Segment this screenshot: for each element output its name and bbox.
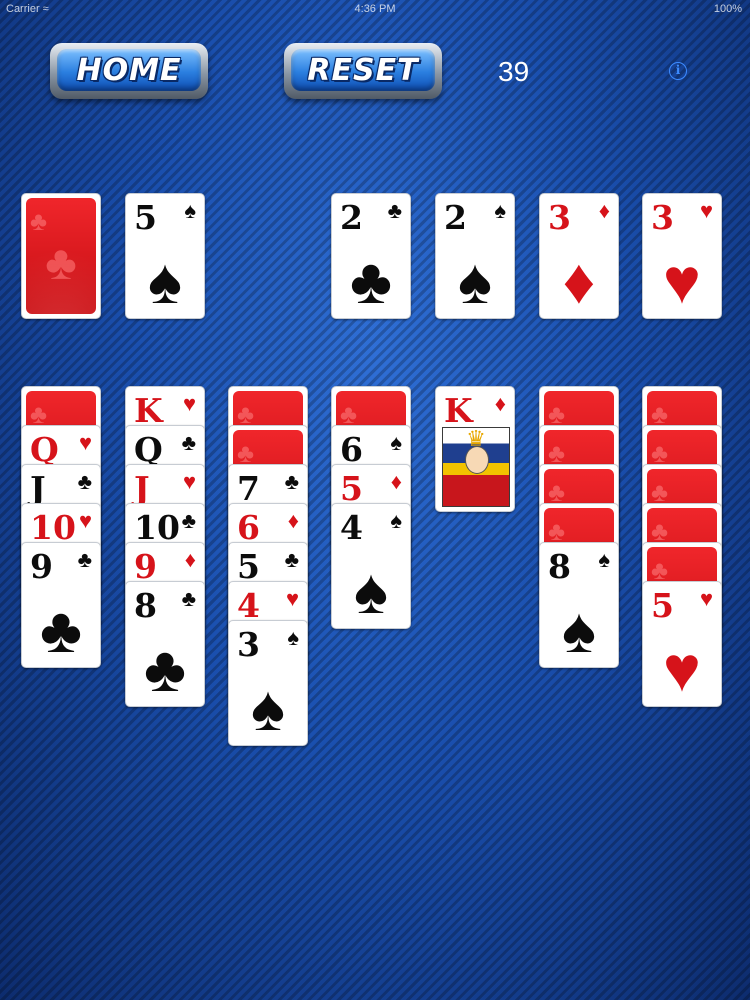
card-rank: 2 (444, 198, 467, 237)
card-suit-icon: ♥ (699, 198, 713, 223)
card-suit-icon: ♠ (598, 547, 610, 572)
card-center-suit-icon: ♠ (458, 245, 492, 317)
card-suit-icon: ♣ (387, 198, 402, 223)
tableau-4-card[interactable]: 4 ♠ ♠ (331, 503, 411, 629)
card-suit-icon: ♦ (390, 469, 402, 494)
card-suit-icon: ♣ (284, 469, 299, 494)
card-rank: Q (30, 430, 59, 469)
card-rank: 5 (651, 586, 674, 625)
card-back-pattern: ♣♣ (26, 198, 96, 314)
card-suit-icon: ♣ (181, 430, 196, 455)
card-suit-icon: ♦ (494, 391, 506, 416)
card-center-suit-icon: ♠ (148, 245, 182, 317)
tableau-1-card[interactable]: 9 ♣ ♣ (21, 542, 101, 668)
card-rank: 10 (134, 508, 180, 547)
card-center-suit-icon: ♦ (562, 245, 596, 317)
card-rank: 7 (237, 469, 260, 508)
info-icon[interactable]: i (669, 62, 687, 80)
card-rank: 4 (237, 586, 260, 625)
card-suit-icon: ♣ (77, 547, 92, 572)
foundation-4[interactable]: 3 ♥ ♥ (642, 193, 722, 319)
card-back-motif-icon: ♣ (45, 237, 77, 290)
tableau-7-card[interactable]: 5 ♥ ♥ (642, 581, 722, 707)
reset-button[interactable]: RESET (284, 43, 442, 99)
reset-button-label: RESET (307, 52, 419, 88)
card-suit-icon: ♣ (284, 547, 299, 572)
card-rank: 2 (340, 198, 363, 237)
waste-card[interactable]: 5 ♠ ♠ (125, 193, 205, 319)
card-suit-icon: ♦ (287, 508, 299, 533)
tableau-2-card[interactable]: 8 ♣ ♣ (125, 581, 205, 707)
card-suit-icon: ♦ (184, 547, 196, 572)
card-suit-icon: ♠ (494, 198, 506, 223)
card-center-suit-icon: ♣ (144, 633, 186, 705)
card-suit-icon: ♥ (78, 508, 92, 533)
card-back-motif-icon: ♣ (30, 206, 48, 236)
battery-level: 100% (713, 3, 742, 15)
card-suit-icon: ♠ (390, 508, 402, 533)
card-rank: 6 (237, 508, 260, 547)
score-counter: 39 (498, 56, 530, 87)
foundation-3[interactable]: 3 ♦ ♦ (539, 193, 619, 319)
card-suit-icon: ♠ (390, 430, 402, 455)
card-suit-icon: ♥ (285, 586, 299, 611)
card-rank: 4 (340, 508, 363, 547)
status-bar: Carrier ≈ 4:36 PM 100% (0, 0, 750, 20)
card-rank: 3 (548, 198, 571, 237)
card-rank: 6 (340, 430, 363, 469)
card-center-suit-icon: ♠ (562, 594, 596, 666)
card-suit-icon: ♣ (181, 586, 196, 611)
card-center-suit-icon: ♣ (350, 245, 392, 317)
foundation-2[interactable]: 2 ♠ ♠ (435, 193, 515, 319)
home-button-face[interactable]: HOME (57, 49, 201, 91)
card-rank: K (444, 391, 473, 430)
home-button[interactable]: HOME (50, 43, 208, 99)
card-suit-icon: ♦ (598, 198, 610, 223)
card-rank: 9 (30, 547, 53, 586)
reset-button-face[interactable]: RESET (291, 49, 435, 91)
card-rank: 5 (340, 469, 363, 508)
card-rank: Q (134, 430, 163, 469)
home-button-label: HOME (76, 52, 182, 88)
card-center-suit-icon: ♠ (251, 672, 285, 744)
card-rank: 9 (134, 547, 157, 586)
card-suit-icon: ♥ (182, 391, 196, 416)
card-center-suit-icon: ♣ (40, 594, 82, 666)
card-center-suit-icon: ♥ (663, 633, 701, 705)
card-suit-icon: ♥ (78, 430, 92, 455)
card-rank: 3 (651, 198, 674, 237)
card-suit-icon: ♠ (287, 625, 299, 650)
card-center-suit-icon: ♠ (354, 555, 388, 627)
card-suit-icon: ♣ (77, 469, 92, 494)
card-rank: 5 (134, 198, 157, 237)
card-rank: J (30, 469, 46, 508)
king-face (465, 446, 489, 474)
card-rank: 8 (134, 586, 157, 625)
tableau-6-card[interactable]: 8 ♠ ♠ (539, 542, 619, 668)
card-suit-icon: ♥ (182, 469, 196, 494)
card-suit-icon: ♠ (184, 198, 196, 223)
tableau-3-card[interactable]: 3 ♠ ♠ (228, 620, 308, 746)
card-rank: 5 (237, 547, 260, 586)
tableau-5-card[interactable]: K ♦ ♛ (435, 386, 515, 512)
card-rank: 8 (548, 547, 571, 586)
card-rank: 3 (237, 625, 260, 664)
card-suit-icon: ♣ (181, 508, 196, 533)
card-rank: J (134, 469, 150, 508)
foundation-1[interactable]: 2 ♣ ♣ (331, 193, 411, 319)
king-portrait-icon: ♛ (442, 426, 510, 507)
card-suit-icon: ♥ (699, 586, 713, 611)
clock: 4:36 PM (354, 3, 396, 15)
card-center-suit-icon: ♥ (663, 245, 701, 317)
card-rank: 10 (30, 508, 76, 547)
stock-pile-face-down[interactable]: ♣ ♣ (21, 193, 101, 319)
card-rank: K (134, 391, 163, 430)
